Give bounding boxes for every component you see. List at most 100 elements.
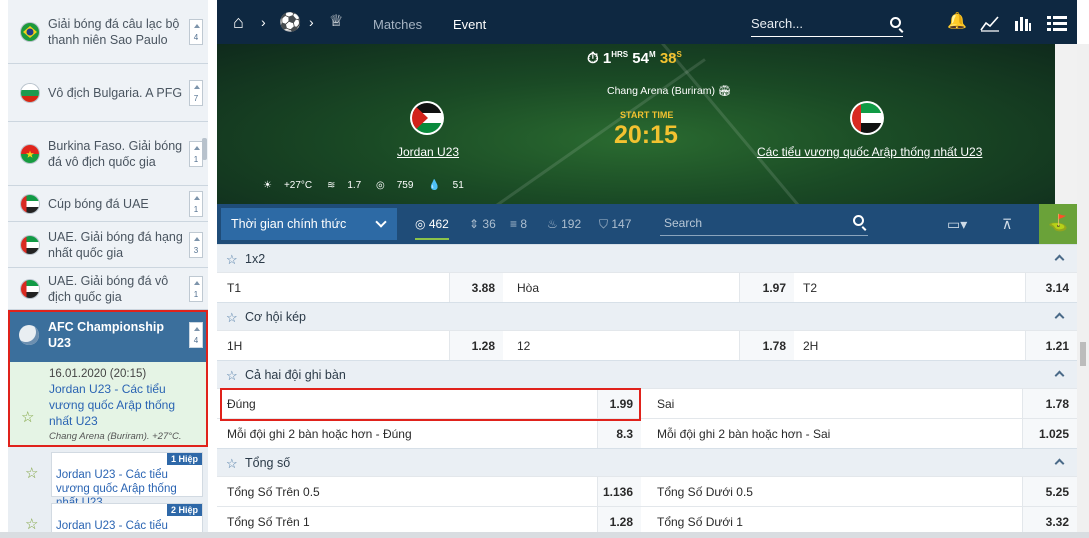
event-count-badge[interactable]: 1	[189, 140, 203, 167]
league-header[interactable]: AFC Championship U23 4	[8, 310, 208, 362]
favorite-star-icon[interactable]: ☆	[25, 464, 38, 482]
odds-button[interactable]: 3.88	[449, 273, 503, 303]
bar-chart-icon[interactable]	[1014, 0, 1032, 44]
favorite-star-icon[interactable]: ☆	[226, 245, 238, 274]
market-title: Cơ hội kép	[245, 310, 307, 324]
odds-button[interactable]: 8.3	[597, 419, 641, 449]
nav-matches[interactable]: Matches	[373, 0, 422, 50]
list-menu-icon[interactable]	[1047, 0, 1067, 44]
event-count-badge[interactable]: 4	[189, 18, 203, 45]
market-filter-bar: Thời gian chính thức ◎ 462 ⇕ 36 ≡ 8 ♨ 19…	[217, 204, 1077, 244]
humidity-icon: 💧	[428, 180, 441, 191]
search-icon[interactable]	[890, 17, 901, 28]
jordan-flag-icon	[410, 101, 444, 135]
odds-button[interactable]: 1.78	[1022, 389, 1077, 419]
outcome-label[interactable]: Mỗi đội ghi 2 bàn hoặc hơn - Sai	[657, 419, 1022, 449]
line-chart-icon[interactable]	[980, 0, 1000, 44]
outcome-label[interactable]: Tổng Số Dưới 0.5	[657, 477, 1022, 507]
filter-list[interactable]: ≡ 8	[510, 204, 527, 244]
sidebar-item-afc-championship[interactable]: AFC Championship U23 4 16.01.2020 (20:15…	[8, 310, 208, 446]
sidebar-item-uae-league[interactable]: UAE. Giải bóng đá vô địch quốc gia 1	[8, 268, 208, 310]
odds-button[interactable]: 1.21	[1025, 331, 1077, 361]
venue: Chang Arena (Buriram) 🏟	[607, 84, 731, 97]
stadium-view-button[interactable]: ⛳	[1039, 204, 1077, 244]
filter-all-markets[interactable]: ◎ 462	[415, 204, 449, 244]
trophy-icon[interactable]: ♕	[329, 0, 343, 44]
chevron-up-icon[interactable]	[1054, 254, 1065, 265]
event-count-badge[interactable]: 3	[189, 231, 203, 258]
market-search-input[interactable]: Search	[660, 214, 868, 236]
event-link[interactable]: Jordan U23 - Các tiểu vương quốc Arập th…	[49, 381, 200, 429]
weather-info: ☀ +27°C ≋ 1.7 ◎ 759 💧 51	[263, 180, 476, 191]
chevron-up-icon[interactable]	[1054, 370, 1065, 381]
event-count-badge[interactable]: 4	[189, 322, 203, 348]
chevron-up-icon[interactable]	[1054, 312, 1065, 323]
odds-button[interactable]: 5.25	[1022, 477, 1077, 507]
sidebar-item-bulgaria[interactable]: Vô địch Bulgaria. A PFG 7	[8, 64, 208, 122]
market-row: T1 3.88 Hòa 1.97 T2 3.14	[217, 272, 1077, 303]
odds-button[interactable]: 1.28	[449, 331, 503, 361]
event-card[interactable]: 16.01.2020 (20:15) Jordan U23 - Các tiểu…	[8, 362, 208, 442]
event-count-badge[interactable]: 7	[189, 79, 203, 106]
league-title: AFC Championship U23	[48, 320, 164, 350]
sidebar-scrollbar[interactable]	[202, 138, 207, 160]
sub-event-first-half[interactable]: ☆ 1 Hiệp Jordan U23 - Các tiểu vương quố…	[8, 452, 208, 509]
football-icon[interactable]: ⚽	[279, 0, 301, 44]
favorite-star-icon[interactable]: ☆	[226, 449, 238, 478]
sidebar-item-sao-paulo[interactable]: Giải bóng đá câu lạc bộ thanh niên Sao P…	[8, 0, 208, 64]
event-count-badge[interactable]: 1	[189, 275, 203, 302]
start-time: 20:15	[614, 121, 678, 149]
favorite-star-icon[interactable]: ☆	[226, 361, 238, 390]
outcome-label[interactable]: Sai	[657, 389, 1022, 419]
odds-button[interactable]: 1.97	[739, 273, 794, 303]
bell-icon[interactable]: 🔔	[947, 0, 967, 44]
market-header[interactable]: ☆ Tổng số	[217, 448, 1077, 476]
search-input[interactable]: Search...	[751, 16, 903, 37]
filter-special[interactable]: ⛉ 147	[599, 204, 631, 244]
period-badge: 2 Hiệp	[166, 504, 202, 516]
outcome-label[interactable]: T1	[227, 273, 449, 303]
outcome-label[interactable]: Hòa	[517, 273, 739, 303]
event-count-badge[interactable]: 1	[189, 190, 203, 217]
favorite-star-icon[interactable]: ☆	[226, 303, 238, 332]
chevron-down-icon	[375, 216, 387, 228]
odds-button[interactable]: 1.136	[597, 477, 641, 507]
outcome-label[interactable]: Mỗi đội ghi 2 bàn hoặc hơn - Đúng	[227, 419, 597, 449]
away-team-link[interactable]: Các tiểu vương quốc Arập thống nhất U23	[757, 145, 982, 159]
outcome-label[interactable]: 1H	[227, 331, 449, 361]
home-team-link[interactable]: Jordan U23	[397, 145, 459, 159]
favorite-star-icon[interactable]: ☆	[21, 408, 34, 426]
scrollbar-thumb[interactable]	[1080, 342, 1086, 366]
odds-button[interactable]: 1.025	[1022, 419, 1077, 449]
outcome-label[interactable]: Đúng	[227, 389, 597, 419]
odds-button[interactable]: 1.78	[739, 331, 794, 361]
collapse-icon[interactable]: ⊼	[1002, 204, 1012, 244]
outcome-label[interactable]: 2H	[803, 331, 1025, 361]
home-icon[interactable]: ⌂	[233, 0, 244, 44]
favorite-star-icon[interactable]: ☆	[25, 515, 38, 533]
period-dropdown[interactable]: Thời gian chính thức	[221, 208, 397, 240]
page-scrollbar[interactable]	[1077, 44, 1089, 538]
venue-name: Chang Arena (Buriram)	[607, 85, 715, 97]
sidebar-item-burkina-faso[interactable]: Burkina Faso. Giải bóng đá vô địch quốc …	[8, 122, 208, 186]
nav-event[interactable]: Event	[453, 0, 487, 50]
search-icon[interactable]	[853, 215, 864, 226]
market-header[interactable]: ☆ Cả hai đội ghi bàn	[217, 360, 1077, 388]
layout-toggle-icon[interactable]: ▭▾	[947, 204, 967, 244]
outcome-label[interactable]: Tổng Số Trên 0.5	[227, 477, 597, 507]
chevron-up-icon[interactable]	[1054, 458, 1065, 469]
bottom-strip	[0, 532, 1089, 538]
market-row: Tổng Số Trên 0.5 1.136 Tổng Số Dưới 0.5 5.2…	[217, 476, 1077, 507]
filter-hot[interactable]: ♨ 192	[547, 204, 581, 244]
sub-event-card[interactable]: 1 Hiệp Jordan U23 - Các tiểu vương quốc …	[51, 452, 203, 509]
outcome-label[interactable]: T2	[803, 273, 1025, 303]
sidebar-item-uae-first-division[interactable]: UAE. Giải bóng đá hạng nhất quốc gia 3	[8, 222, 208, 268]
outcome-label[interactable]: 12	[517, 331, 739, 361]
market-header[interactable]: ☆ Cơ hội kép	[217, 302, 1077, 330]
market-title: 1x2	[245, 252, 266, 266]
market-header[interactable]: ☆ 1x2	[217, 244, 1077, 272]
filter-sort[interactable]: ⇕ 36	[469, 204, 496, 244]
odds-button[interactable]: 3.14	[1025, 273, 1077, 303]
odds-button[interactable]: 1.99	[597, 389, 641, 419]
sidebar-item-uae-cup[interactable]: Cúp bóng đá UAE 1	[8, 186, 208, 222]
